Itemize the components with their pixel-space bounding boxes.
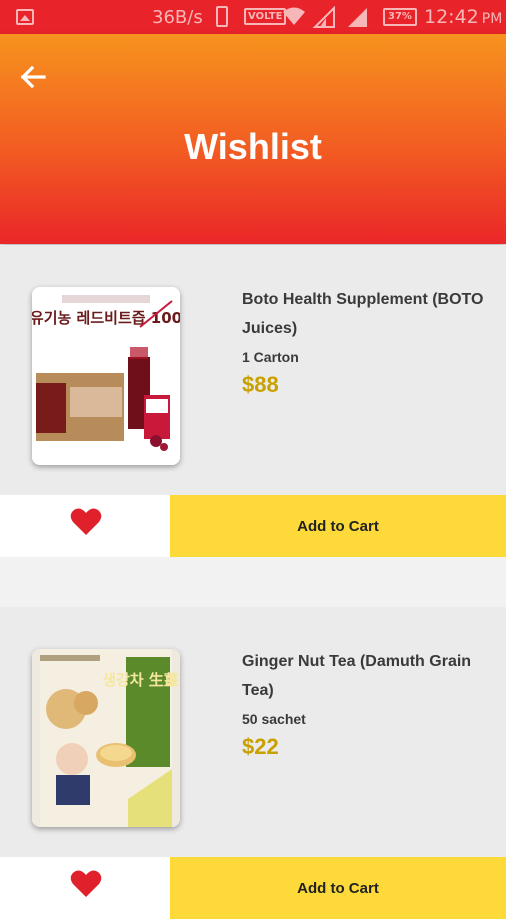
- volte-icon: VOLTE: [244, 8, 287, 25]
- signal-icon: [348, 8, 367, 27]
- beet-juice-box-illustration: 유기농 레드비트즙 100: [32, 287, 180, 465]
- arrow-left-icon[interactable]: [18, 62, 48, 92]
- phone-icon: [216, 6, 228, 27]
- ginger-tea-box-illustration: 생강차 生薑茶: [32, 649, 180, 827]
- product-name: Ginger Nut Tea (Damuth Grain Tea): [242, 653, 472, 699]
- wishlist-item: 생강차 生薑茶 Ginger Nut Tea (Damuth Grain Tea…: [0, 607, 506, 919]
- heart-icon[interactable]: [70, 869, 102, 899]
- favorite-area: [0, 857, 170, 919]
- product-name: Boto Health Supplement (BOTO Juices): [242, 291, 484, 337]
- gallery-notification-icon: [16, 9, 34, 25]
- product-image[interactable]: 생강차 生薑茶: [32, 649, 180, 827]
- add-to-cart-label: Add to Cart: [297, 879, 379, 897]
- signal-icon: [312, 6, 335, 28]
- product-price: $22: [242, 734, 279, 759]
- add-to-cart-button[interactable]: Add to Cart: [170, 857, 506, 919]
- header: Wishlist: [0, 34, 506, 244]
- status-bar: 36B/s VOLTE 37% 12:42 PM: [0, 0, 506, 34]
- clock: 12:42 PM: [424, 6, 502, 28]
- wifi-icon: [283, 7, 305, 25]
- wishlist-item: 유기농 레드비트즙 100 Boto Health Supplement (BO…: [0, 245, 506, 557]
- product-quantity: 1 Carton: [242, 349, 299, 365]
- add-to-cart-button[interactable]: Add to Cart: [170, 495, 506, 557]
- heart-icon[interactable]: [70, 507, 102, 537]
- clock-time: 12:42: [424, 6, 479, 28]
- network-speed: 36B/s: [152, 7, 203, 28]
- product-price: $88: [242, 372, 279, 397]
- add-to-cart-label: Add to Cart: [297, 517, 379, 535]
- page-title: Wishlist: [184, 126, 322, 167]
- clock-ampm: PM: [481, 11, 503, 27]
- product-image[interactable]: 유기농 레드비트즙 100: [32, 287, 180, 465]
- battery-icon: 37%: [383, 8, 417, 26]
- product-quantity: 50 sachet: [242, 711, 306, 727]
- favorite-area: [0, 495, 170, 557]
- image-label: 생강차 生薑茶: [102, 671, 180, 689]
